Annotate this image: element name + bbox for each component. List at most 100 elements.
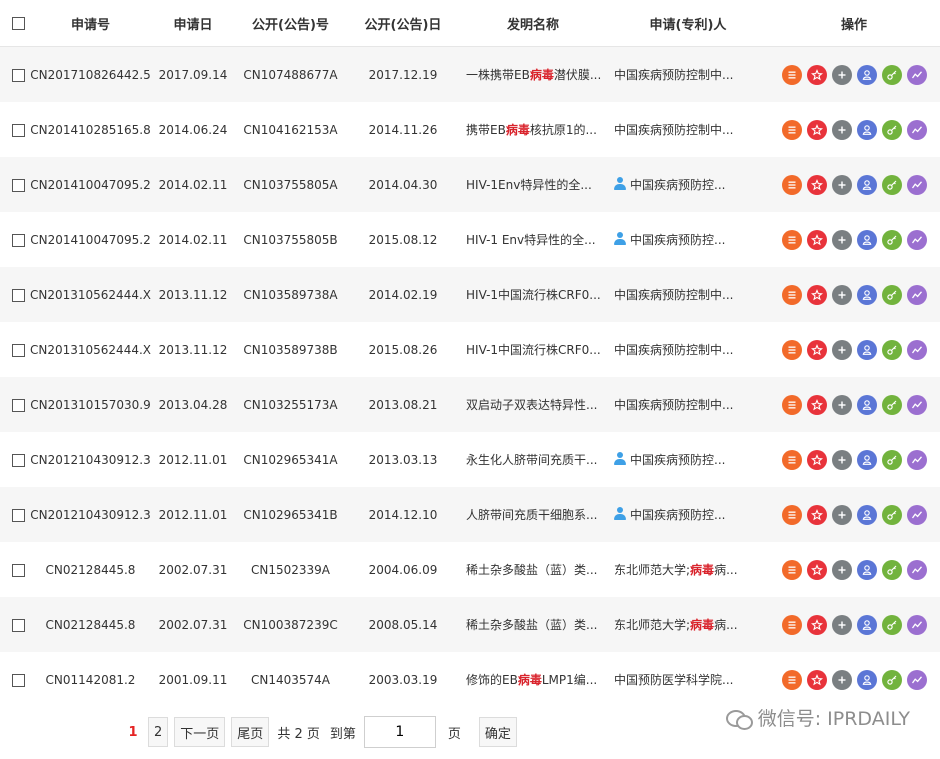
header-pub-no[interactable]: 公开(公告)号 bbox=[233, 14, 348, 33]
list-icon[interactable] bbox=[781, 229, 802, 250]
row-checkbox[interactable] bbox=[11, 398, 25, 412]
user-icon[interactable] bbox=[856, 394, 877, 415]
star-icon[interactable] bbox=[806, 339, 827, 360]
plus-icon[interactable] bbox=[831, 394, 852, 415]
header-applicant[interactable]: 申请(专利)人 bbox=[608, 14, 768, 33]
key-icon[interactable] bbox=[881, 449, 902, 470]
star-icon[interactable] bbox=[806, 614, 827, 635]
row-checkbox[interactable] bbox=[11, 508, 25, 522]
key-icon[interactable] bbox=[881, 174, 902, 195]
page-2-link[interactable]: 2 bbox=[148, 717, 169, 747]
plus-icon[interactable] bbox=[831, 669, 852, 690]
key-icon[interactable] bbox=[881, 614, 902, 635]
header-app-date[interactable]: 申请日 bbox=[153, 14, 233, 33]
key-icon[interactable] bbox=[881, 504, 902, 525]
next-page-button[interactable]: 下一页 bbox=[174, 717, 226, 747]
row-checkbox[interactable] bbox=[11, 673, 25, 687]
app-no-cell[interactable]: CN201710826442.5 bbox=[28, 68, 153, 82]
row-checkbox[interactable] bbox=[11, 343, 25, 357]
row-checkbox[interactable] bbox=[11, 178, 25, 192]
list-icon[interactable] bbox=[781, 119, 802, 140]
list-icon[interactable] bbox=[781, 504, 802, 525]
star-icon[interactable] bbox=[806, 229, 827, 250]
row-checkbox[interactable] bbox=[11, 563, 25, 577]
plus-icon[interactable] bbox=[831, 119, 852, 140]
plus-icon[interactable] bbox=[831, 504, 852, 525]
applicant-cell[interactable]: 中国疾病预防控制中... bbox=[608, 286, 768, 303]
app-no-cell[interactable]: CN201310562444.X bbox=[28, 288, 153, 302]
trend-icon[interactable] bbox=[906, 394, 927, 415]
star-icon[interactable] bbox=[806, 504, 827, 525]
plus-icon[interactable] bbox=[831, 614, 852, 635]
trend-icon[interactable] bbox=[906, 614, 927, 635]
header-pub-date[interactable]: 公开(公告)日 bbox=[348, 14, 458, 33]
app-no-cell[interactable]: CN201410047095.2 bbox=[28, 233, 153, 247]
app-no-cell[interactable]: CN02128445.8 bbox=[28, 563, 153, 577]
title-cell[interactable]: 修饰的EB病毒LMP1编... bbox=[458, 671, 608, 688]
row-checkbox[interactable] bbox=[11, 123, 25, 137]
pub-no-cell[interactable]: CN102965341B bbox=[233, 508, 348, 522]
list-icon[interactable] bbox=[781, 669, 802, 690]
app-no-cell[interactable]: CN01142081.2 bbox=[28, 673, 153, 687]
plus-icon[interactable] bbox=[831, 559, 852, 580]
user-icon[interactable] bbox=[856, 284, 877, 305]
pub-no-cell[interactable]: CN103589738B bbox=[233, 343, 348, 357]
row-checkbox[interactable] bbox=[11, 233, 25, 247]
key-icon[interactable] bbox=[881, 119, 902, 140]
applicant-cell[interactable]: 中国疾病预防控... bbox=[608, 176, 768, 193]
star-icon[interactable] bbox=[806, 669, 827, 690]
app-no-cell[interactable]: CN02128445.8 bbox=[28, 618, 153, 632]
applicant-cell[interactable]: 中国疾病预防控... bbox=[608, 506, 768, 523]
page-number-input[interactable] bbox=[363, 716, 436, 748]
applicant-cell[interactable]: 东北师范大学;病毒病... bbox=[608, 616, 768, 633]
list-icon[interactable] bbox=[781, 394, 802, 415]
app-no-cell[interactable]: CN201210430912.3 bbox=[28, 453, 153, 467]
star-icon[interactable] bbox=[806, 119, 827, 140]
applicant-cell[interactable]: 中国疾病预防控... bbox=[608, 231, 768, 248]
user-icon[interactable] bbox=[856, 64, 877, 85]
confirm-page-button[interactable]: 确定 bbox=[478, 717, 517, 747]
trend-icon[interactable] bbox=[906, 559, 927, 580]
title-cell[interactable]: 稀土杂多酸盐（蓝）类... bbox=[458, 616, 608, 633]
applicant-cell[interactable]: 中国疾病预防控制中... bbox=[608, 66, 768, 83]
trend-icon[interactable] bbox=[906, 64, 927, 85]
list-icon[interactable] bbox=[781, 64, 802, 85]
plus-icon[interactable] bbox=[831, 229, 852, 250]
trend-icon[interactable] bbox=[906, 669, 927, 690]
user-icon[interactable] bbox=[856, 614, 877, 635]
trend-icon[interactable] bbox=[906, 284, 927, 305]
title-cell[interactable]: 一株携带EB病毒潜伏膜... bbox=[458, 66, 608, 83]
title-cell[interactable]: HIV-1中国流行株CRF0... bbox=[458, 341, 608, 358]
list-icon[interactable] bbox=[781, 449, 802, 470]
row-checkbox[interactable] bbox=[11, 288, 25, 302]
applicant-cell[interactable]: 中国疾病预防控制中... bbox=[608, 121, 768, 138]
pub-no-cell[interactable]: CN1403574A bbox=[233, 673, 348, 687]
key-icon[interactable] bbox=[881, 229, 902, 250]
user-icon[interactable] bbox=[856, 229, 877, 250]
title-cell[interactable]: 双启动子双表达特异性... bbox=[458, 396, 608, 413]
title-cell[interactable]: HIV-1Env特异性的全... bbox=[458, 176, 608, 193]
pub-no-cell[interactable]: CN102965341A bbox=[233, 453, 348, 467]
list-icon[interactable] bbox=[781, 339, 802, 360]
trend-icon[interactable] bbox=[906, 229, 927, 250]
last-page-button[interactable]: 尾页 bbox=[231, 717, 270, 747]
star-icon[interactable] bbox=[806, 174, 827, 195]
user-icon[interactable] bbox=[856, 504, 877, 525]
user-icon[interactable] bbox=[856, 119, 877, 140]
key-icon[interactable] bbox=[881, 669, 902, 690]
star-icon[interactable] bbox=[806, 449, 827, 470]
app-no-cell[interactable]: CN201210430912.3 bbox=[28, 508, 153, 522]
header-app-no[interactable]: 申请号 bbox=[28, 14, 153, 33]
key-icon[interactable] bbox=[881, 284, 902, 305]
row-checkbox[interactable] bbox=[11, 618, 25, 632]
title-cell[interactable]: 人脐带间充质干细胞系... bbox=[458, 506, 608, 523]
pub-no-cell[interactable]: CN107488677A bbox=[233, 68, 348, 82]
trend-icon[interactable] bbox=[906, 449, 927, 470]
pub-no-cell[interactable]: CN103755805B bbox=[233, 233, 348, 247]
title-cell[interactable]: 永生化人脐带间充质干... bbox=[458, 451, 608, 468]
key-icon[interactable] bbox=[881, 394, 902, 415]
plus-icon[interactable] bbox=[831, 284, 852, 305]
user-icon[interactable] bbox=[856, 449, 877, 470]
app-no-cell[interactable]: CN201310157030.9 bbox=[28, 398, 153, 412]
pub-no-cell[interactable]: CN103755805A bbox=[233, 178, 348, 192]
